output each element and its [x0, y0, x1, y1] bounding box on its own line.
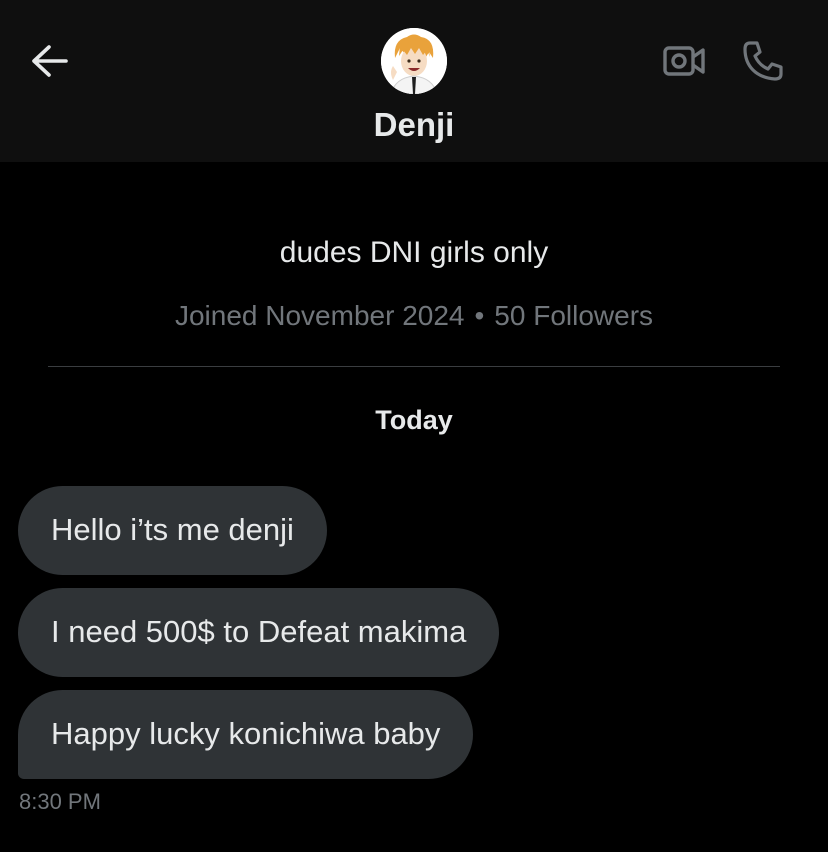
arrow-left-icon: [32, 45, 68, 77]
contact-name[interactable]: Denji: [0, 106, 828, 144]
message-timestamp: 8:30 PM: [19, 789, 101, 814]
profile-bio: dudes DNI girls only: [279, 236, 549, 269]
avatar-image: [381, 28, 447, 94]
meta-separator: •: [474, 300, 485, 331]
followers-count[interactable]: 50 Followers: [494, 300, 653, 331]
profile-meta: Joined November 2024 • 50 Followers: [0, 300, 828, 332]
video-camera-icon: [663, 46, 705, 76]
phone-icon: [743, 41, 783, 81]
joined-date: Joined November 2024: [174, 300, 465, 331]
conversation-header: Denji: [0, 0, 828, 162]
message-bubble[interactable]: Happy lucky konichiwa baby: [18, 690, 474, 779]
avatar[interactable]: [381, 28, 447, 94]
message-list: Hello i’ts me denji I need 500$ to Defea…: [18, 486, 778, 779]
voice-call-button[interactable]: [738, 36, 788, 86]
divider: [48, 366, 780, 367]
date-separator: Today: [375, 405, 453, 435]
message-bubble[interactable]: I need 500$ to Defeat makima: [18, 588, 500, 677]
video-call-button[interactable]: [660, 42, 708, 80]
back-button[interactable]: [28, 42, 70, 80]
message-bubble[interactable]: Hello i’ts me denji: [18, 486, 327, 575]
